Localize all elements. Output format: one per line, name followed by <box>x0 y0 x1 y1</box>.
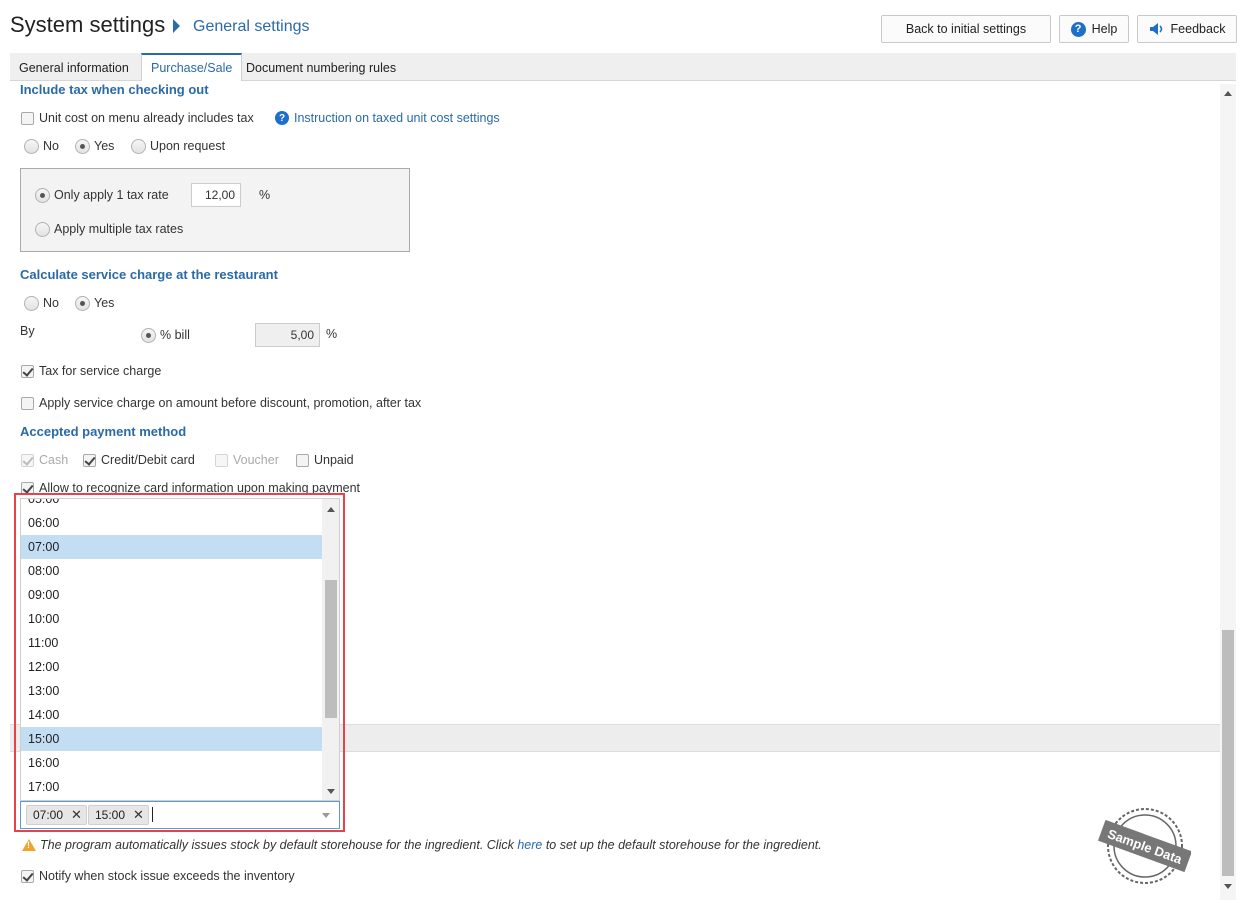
multiple-tax-rates-label: Apply multiple tax rates <box>54 222 184 236</box>
tab-general-information[interactable]: General information <box>10 55 138 81</box>
tax-yes-radio[interactable] <box>75 139 90 154</box>
tax-for-service-charge-label: Tax for service charge <box>39 364 162 378</box>
time-option[interactable]: 16:00 <box>21 751 323 775</box>
unit-cost-includes-tax-label: Unit cost on menu already includes tax <box>39 111 254 125</box>
instruction-taxed-unit-cost-link[interactable]: Instruction on taxed unit cost settings <box>294 111 500 125</box>
service-percent-unit: % <box>326 327 338 341</box>
payment-voucher-label: Voucher <box>233 453 279 467</box>
section-title-service-charge: Calculate service charge at the restaura… <box>20 267 278 282</box>
tax-upon-request-radio[interactable] <box>131 139 146 154</box>
selected-time-chip: 15:00 ✕ <box>88 805 149 825</box>
payment-cash-checkbox[interactable] <box>21 454 34 467</box>
main-scrollbar-thumb[interactable] <box>1222 630 1234 876</box>
stock-warning-text: The program automatically issues stock b… <box>40 838 822 852</box>
tab-label: Purchase/Sale <box>151 61 233 75</box>
service-by-label: By <box>20 324 35 338</box>
tax-no-radio[interactable] <box>24 139 39 154</box>
feedback-button[interactable]: Feedback <box>1137 15 1237 43</box>
warning-icon-mark: ! <box>27 840 30 850</box>
page-title: System settings <box>10 12 166 37</box>
time-option[interactable]: 15:00 <box>21 727 323 751</box>
payment-voucher-checkbox[interactable] <box>215 454 228 467</box>
tab-document-numbering-rules[interactable]: Document numbering rules <box>237 55 405 81</box>
time-option[interactable]: 13:00 <box>21 679 323 703</box>
dropdown-scrollbar-thumb[interactable] <box>325 580 337 718</box>
section-title-tax: Include tax when checking out <box>20 82 209 97</box>
multiple-tax-rates-radio[interactable] <box>35 222 50 237</box>
breadcrumb-general-settings[interactable]: General settings <box>193 18 310 36</box>
scroll-down-icon[interactable] <box>1224 884 1232 889</box>
percent-bill-radio[interactable] <box>141 328 156 343</box>
remove-chip-icon[interactable]: ✕ <box>71 807 82 823</box>
only-one-tax-rate-label: Only apply 1 tax rate <box>54 188 169 202</box>
time-option[interactable]: 12:00 <box>21 655 323 679</box>
time-option[interactable]: 05:00 <box>21 499 323 511</box>
tax-upon-request-label: Upon request <box>150 139 226 153</box>
time-option[interactable]: 11:00 <box>21 631 323 655</box>
notify-stock-exceeds-label: Notify when stock issue exceeds the inve… <box>39 869 295 883</box>
warning-prefix: The program automatically issues stock b… <box>40 838 518 852</box>
selected-time-chip: 07:00 ✕ <box>26 805 87 825</box>
scroll-up-icon[interactable] <box>1224 91 1232 96</box>
dropdown-scroll-up-icon[interactable] <box>327 507 335 512</box>
section-title-payment-method: Accepted payment method <box>20 424 187 439</box>
tab-label: Document numbering rules <box>246 61 397 75</box>
time-option[interactable]: 14:00 <box>21 703 323 727</box>
tax-rate-group <box>20 168 410 252</box>
tax-rate-unit: % <box>259 188 271 202</box>
tax-rate-input[interactable]: 12,00 <box>191 183 241 207</box>
tab-label: General information <box>19 61 129 75</box>
unit-cost-includes-tax-checkbox[interactable] <box>21 112 34 125</box>
tax-yes-label: Yes <box>94 139 115 153</box>
chip-label: 07:00 <box>33 808 64 822</box>
help-button[interactable]: ? Help <box>1059 15 1129 43</box>
only-one-tax-rate-radio[interactable] <box>35 188 50 203</box>
time-dropdown-list[interactable]: 05:00 06:00 07:00 08:00 09:00 10:00 11:0… <box>20 498 340 801</box>
warning-suffix: to set up the default storehouse for the… <box>542 838 822 852</box>
back-button-label: Back to initial settings <box>905 22 1027 36</box>
tax-for-service-charge-checkbox[interactable] <box>21 365 34 378</box>
back-to-initial-settings-button[interactable]: Back to initial settings <box>881 15 1051 43</box>
text-caret <box>152 807 153 822</box>
time-option[interactable]: 09:00 <box>21 583 323 607</box>
service-yes-radio[interactable] <box>75 296 90 311</box>
service-percent-input[interactable]: 5,00 <box>255 323 320 347</box>
service-before-discount-checkbox[interactable] <box>21 397 34 410</box>
payment-unpaid-checkbox[interactable] <box>296 454 309 467</box>
time-option[interactable]: 06:00 <box>21 511 323 535</box>
chevron-down-icon[interactable] <box>322 813 330 818</box>
dropdown-scroll-down-icon[interactable] <box>327 789 335 794</box>
time-option[interactable]: 08:00 <box>21 559 323 583</box>
help-icon[interactable]: ? <box>275 111 289 125</box>
megaphone-icon <box>1149 23 1162 35</box>
time-option[interactable]: 07:00 <box>21 535 323 559</box>
tax-no-label: No <box>43 139 59 153</box>
remove-chip-icon[interactable]: ✕ <box>133 807 144 823</box>
payment-cash-label: Cash <box>39 453 69 467</box>
service-before-discount-label: Apply service charge on amount before di… <box>39 396 422 410</box>
help-icon: ? <box>1070 21 1086 37</box>
service-no-radio[interactable] <box>24 296 39 311</box>
percent-bill-label: % bill <box>160 328 190 342</box>
breadcrumb-arrow-icon <box>173 19 180 33</box>
service-yes-label: Yes <box>94 296 115 310</box>
time-option[interactable]: 17:00 <box>21 775 323 799</box>
payment-card-label: Credit/Debit card <box>101 453 195 467</box>
help-button-label: Help <box>1091 22 1118 36</box>
storehouse-here-link[interactable]: here <box>517 838 542 852</box>
feedback-button-label: Feedback <box>1170 22 1226 36</box>
notify-stock-exceeds-checkbox[interactable] <box>21 870 34 883</box>
tab-purchase-sale[interactable]: Purchase/Sale <box>141 53 243 81</box>
sample-data-stamp: Sample Data <box>1098 808 1191 884</box>
service-no-label: No <box>43 296 59 310</box>
time-option[interactable]: 10:00 <box>21 607 323 631</box>
payment-unpaid-label: Unpaid <box>314 453 354 467</box>
payment-card-checkbox[interactable] <box>83 454 96 467</box>
chip-label: 15:00 <box>95 808 126 822</box>
